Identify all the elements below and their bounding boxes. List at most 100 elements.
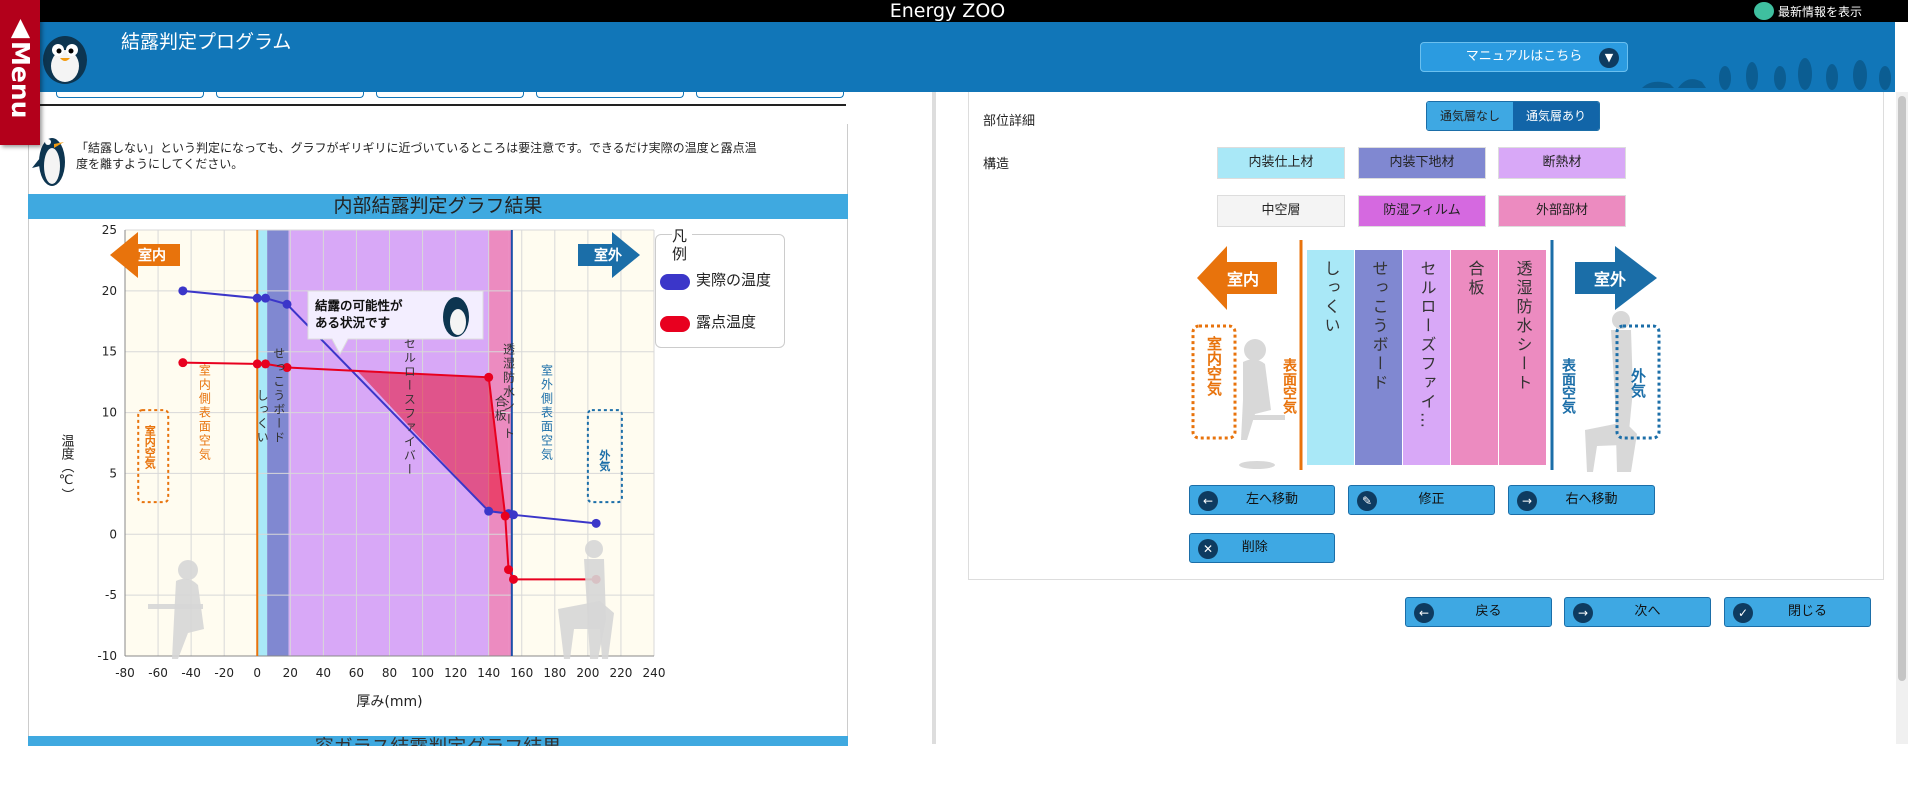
penguin-mascot-icon xyxy=(43,36,87,84)
y-tick-label: 25 xyxy=(102,223,117,237)
indoor-air-label: 室内空気 xyxy=(143,423,156,469)
x-tick-label: 20 xyxy=(283,666,298,680)
chart-legend: 凡例 実際の温度 露点温度 xyxy=(655,227,785,348)
actual-temp-point xyxy=(282,299,292,309)
back-label: 戻る xyxy=(1475,604,1502,619)
x-tick-label: 220 xyxy=(609,666,632,680)
material-interior-finish[interactable]: 内装仕上材 xyxy=(1217,147,1345,179)
dewpoint-point xyxy=(252,359,262,369)
indoor-surface-air-label: 表面空気 xyxy=(1281,357,1298,415)
y-tick-label: 10 xyxy=(102,406,117,420)
dewpoint-point xyxy=(504,565,514,575)
layer-label: 透湿防水シート xyxy=(502,343,516,441)
scrollbar-thumb[interactable] xyxy=(1898,96,1906,681)
layer-label: せっこうボード xyxy=(272,347,286,445)
penguin-callout-icon xyxy=(443,297,469,337)
move-left-button[interactable]: ← 左へ移動 xyxy=(1189,485,1335,515)
notice-text: 「結露しない」という判定になっても、グラフがギリギリに近づいているところは要注意… xyxy=(76,141,757,171)
x-tick-label: -80 xyxy=(115,666,135,680)
wall-layer-label: 合板 xyxy=(1466,260,1485,298)
legend-label: 実際の温度 xyxy=(696,271,772,289)
indoor-surface-air-label: 室内側表面空気 xyxy=(197,363,211,462)
chart-section-title: 内部結露判定グラフ結果 xyxy=(28,194,848,219)
person-head xyxy=(585,540,603,558)
news-toggle[interactable]: 最新情報を表示 xyxy=(1753,2,1862,20)
close-button[interactable]: ✓ 閉じる xyxy=(1724,597,1871,627)
callout-line: 結露の可能性が xyxy=(315,298,403,313)
ventilation-option-with[interactable]: 通気層あり xyxy=(1513,102,1599,130)
material-interior-base[interactable]: 内装下地材 xyxy=(1358,147,1486,179)
y-tick-label: 15 xyxy=(102,345,117,359)
y-tick-label: 5 xyxy=(109,466,117,480)
x-axis-title: 厚み(mm) xyxy=(356,694,422,710)
actual-temp-point xyxy=(508,510,518,520)
y-axis-title: 温度（℃） xyxy=(59,434,75,501)
delete-button[interactable]: ✕ 削除 xyxy=(1189,533,1335,563)
x-tick-label: 200 xyxy=(576,666,599,680)
x-tick-label: -60 xyxy=(148,666,168,680)
x-tick-label: 240 xyxy=(643,666,666,680)
ventilation-option-none[interactable]: 通気層なし xyxy=(1427,102,1513,130)
dewpoint-point xyxy=(261,359,271,369)
ventilation-toggle: 通気層なし 通気層あり xyxy=(1426,101,1600,131)
callout-line: ある状況です xyxy=(315,315,390,330)
news-label[interactable]: 最新情報を表示 xyxy=(1778,3,1862,20)
next-section-title-text: 窓ガラス結露判定グラフ結果 xyxy=(28,736,848,746)
back-button[interactable]: ← 戻る xyxy=(1405,597,1552,627)
menu-label[interactable]: ▲Menu xyxy=(6,12,35,118)
x-tick-label: 60 xyxy=(349,666,364,680)
dewpoint-point xyxy=(508,574,518,584)
title-bar: Energy ZOO 最新情報を表示 xyxy=(0,0,1908,22)
tab-stub[interactable] xyxy=(696,92,844,98)
wall-layer-label: セルローズファイ… xyxy=(1418,260,1437,431)
wall-layer-label: 透湿防水シート xyxy=(1514,260,1533,393)
dewpoint-point xyxy=(484,372,494,382)
detail-label: 部位詳細 xyxy=(983,114,1036,129)
outdoor-air-label: 外気 xyxy=(1629,367,1647,399)
notice-box: 「結露しない」という判定になっても、グラフがギリギリに近づいているところは要注意… xyxy=(28,124,848,194)
app-title: Energy ZOO xyxy=(889,0,1006,22)
header: 結露判定プログラム マニュアルはこちら ▼ xyxy=(0,22,1895,92)
wall-layer-label: しっくい xyxy=(1322,260,1341,336)
structure-label: 構造 xyxy=(983,157,1010,172)
panel-divider xyxy=(932,92,936,744)
y-tick-label: 20 xyxy=(102,284,117,298)
material-vapor-film[interactable]: 防湿フィルム xyxy=(1358,195,1486,227)
tab-stub[interactable] xyxy=(376,92,524,98)
x-tick-label: 140 xyxy=(477,666,500,680)
legend-label: 露点温度 xyxy=(696,313,757,331)
table xyxy=(148,604,203,609)
indoor-arrow-label: 室内 xyxy=(1227,270,1259,289)
material-exterior[interactable]: 外部部材 xyxy=(1498,195,1626,227)
layer-label: セルロースファイバー xyxy=(402,337,416,477)
outdoor-arrow-label: 室外 xyxy=(594,247,622,264)
delete-label: 削除 xyxy=(1241,540,1268,555)
tab-stub[interactable] xyxy=(536,92,684,98)
actual-temp-point xyxy=(484,506,494,516)
x-tick-label: 40 xyxy=(316,666,331,680)
material-insulation[interactable]: 断熱材 xyxy=(1498,147,1626,179)
manual-button[interactable]: マニュアルはこちら ▼ xyxy=(1420,42,1628,72)
x-tick-label: -20 xyxy=(214,666,234,680)
move-left-label: 左へ移動 xyxy=(1245,492,1298,507)
menu-tab[interactable]: ▲Menu xyxy=(0,0,40,145)
wall-diagram: 室内 室外 室内空気 外気 表面空気 表面空気 しっくい せっこうボード セルローズ… xyxy=(1185,240,1665,475)
manual-button-label: マニュアルはこちら xyxy=(1465,49,1583,64)
legend-swatch xyxy=(660,316,690,332)
dewpoint-point xyxy=(500,511,510,521)
tab-underline xyxy=(28,104,846,106)
news-toggle-icon[interactable] xyxy=(1753,2,1774,20)
scrollbar[interactable] xyxy=(1896,92,1908,744)
material-air-layer[interactable]: 中空層 xyxy=(1217,195,1345,227)
next-button[interactable]: → 次へ xyxy=(1564,597,1711,627)
tab-stub[interactable] xyxy=(216,92,364,98)
actual-temp-point xyxy=(178,286,188,296)
edit-button[interactable]: ✎ 修正 xyxy=(1348,485,1495,515)
layer-label: しっくい xyxy=(255,389,269,445)
x-tick-label: 0 xyxy=(253,666,261,680)
wall-diagram-svg: 室内 室外 室内空気 外気 表面空気 表面空気 しっくい せっこうボード セルローズ… xyxy=(1191,240,1661,472)
move-right-label: 右へ移動 xyxy=(1565,492,1618,507)
tab-stub[interactable] xyxy=(56,92,204,98)
move-right-button[interactable]: → 右へ移動 xyxy=(1508,485,1655,515)
actual-temp-point xyxy=(261,293,271,303)
